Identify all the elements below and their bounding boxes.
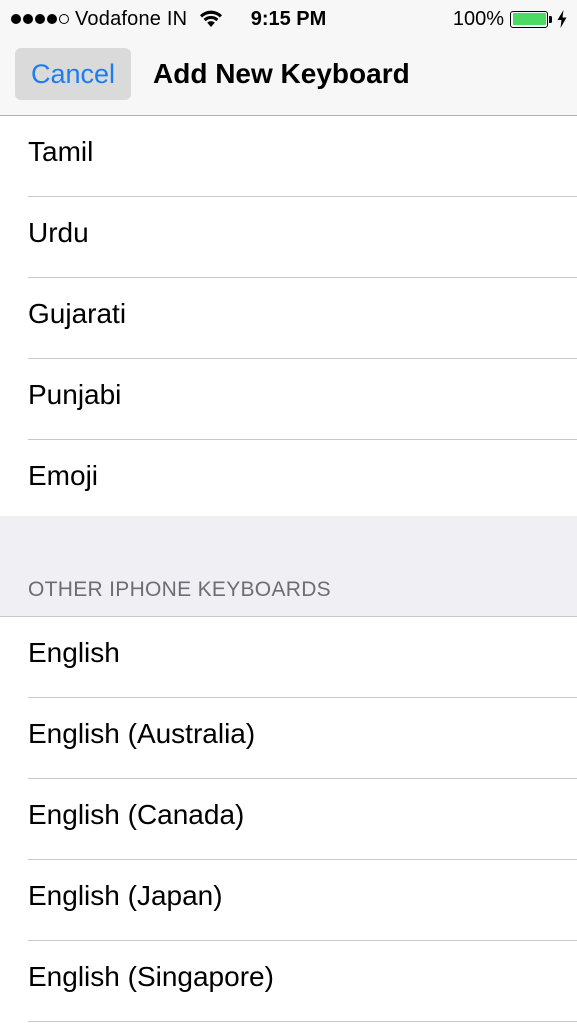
list-item-label: Tamil — [28, 136, 94, 167]
keyboard-list: Tamil Urdu Gujarati Punjabi Emoji — [0, 116, 577, 521]
battery-fill — [512, 13, 546, 25]
list-item-english-singapore[interactable]: English (Singapore) — [0, 941, 577, 1022]
battery-percent: 100% — [452, 7, 504, 30]
list-item-label: Gujarati — [28, 298, 127, 329]
list-item-label: English (Singapore) — [28, 961, 274, 992]
section-separator: OTHER IPHONE KEYBOARDS — [0, 516, 577, 617]
list-item-label: Punjabi — [28, 379, 122, 410]
battery-nub — [549, 15, 552, 23]
list-item-label: English (Japan) — [28, 880, 223, 911]
charging-bolt-icon — [557, 10, 567, 28]
list-item-label: Urdu — [28, 217, 89, 248]
navigation-bar: Cancel Add New Keyboard — [0, 38, 577, 116]
status-bar: Vodafone IN 9:15 PM 100% — [0, 0, 577, 38]
list-item-label: English — [28, 637, 120, 668]
other-keyboard-list: English English (Australia) English (Can… — [0, 617, 577, 1022]
status-right: 100% — [453, 6, 567, 32]
section-header: OTHER IPHONE KEYBOARDS — [28, 578, 331, 601]
list-item-english-australia[interactable]: English (Australia) — [0, 698, 577, 779]
page-title: Add New Keyboard — [153, 58, 410, 89]
list-item-label: Emoji — [28, 460, 99, 491]
list-item-tamil[interactable]: Tamil — [0, 116, 577, 197]
list-item-english-japan[interactable]: English (Japan) — [0, 860, 577, 941]
list-item-punjabi[interactable]: Punjabi — [0, 359, 577, 440]
list-item-gujarati[interactable]: Gujarati — [0, 278, 577, 359]
list-item-emoji[interactable]: Emoji — [0, 440, 577, 521]
cancel-button[interactable]: Cancel — [15, 48, 131, 100]
list-item-label: English (Australia) — [28, 718, 256, 749]
list-item-urdu[interactable]: Urdu — [0, 197, 577, 278]
list-item-english[interactable]: English — [0, 617, 577, 698]
list-item-english-canada[interactable]: English (Canada) — [0, 779, 577, 860]
screen: Vodafone IN 9:15 PM 100% Cancel Add New … — [0, 0, 577, 1024]
list-item-label: English (Canada) — [28, 799, 245, 830]
battery-icon — [510, 10, 548, 28]
